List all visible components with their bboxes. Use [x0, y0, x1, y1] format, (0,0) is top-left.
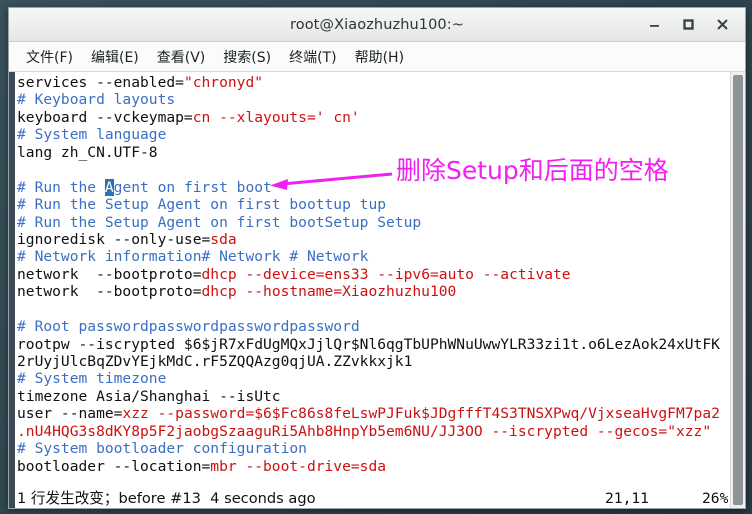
- code-span: 2rUyjUlcBqZDvYEjkMdC.rF5ZQQAzg0qjUA.ZZvk…: [17, 353, 413, 370]
- code-span: --boot-drive=: [236, 457, 360, 475]
- editor-line: # Root passwordpasswordpasswordpassword: [17, 318, 730, 335]
- code-span: cn: [192, 108, 211, 126]
- code-span: network --bootproto=: [17, 265, 202, 283]
- code-span: dhcp: [201, 283, 237, 301]
- code-span: services --enabled=: [17, 74, 184, 91]
- menu-view[interactable]: 查看(V): [148, 44, 215, 70]
- editor-line: # Run the Agent on first boot: [17, 178, 730, 196]
- code-span: "chronyd": [183, 74, 264, 91]
- text-cursor: A: [104, 178, 114, 196]
- code-span: # Run the Setup Agent on first boottup t…: [17, 196, 387, 214]
- code-span: --device=: [236, 265, 325, 283]
- editor-line: # Run the Setup Agent on first boottup t…: [17, 196, 730, 213]
- code-span: ignoredisk --only-use=: [17, 230, 211, 248]
- code-span: # Run the Setup Agent on first bootSetup…: [17, 213, 422, 231]
- menu-file[interactable]: 文件(F): [17, 44, 82, 70]
- editor-line: # Keyboard layouts: [17, 91, 730, 108]
- editor-line: # System timezone: [17, 370, 730, 387]
- editor-text-area[interactable]: services --enabled="chronyd" # Keyboard l…: [15, 72, 730, 508]
- code-span: rootpw --iscrypted $6$jR7xFdUgMQxJjlQr$N…: [17, 335, 720, 353]
- editor-line: services --enabled="chronyd": [17, 74, 730, 91]
- menu-terminal[interactable]: 终端(T): [280, 44, 345, 70]
- code-span: --xlayouts=: [210, 108, 316, 126]
- code-span: # Run the: [17, 178, 105, 196]
- status-cursor-position: 21,11: [605, 489, 649, 507]
- editor-lines: services --enabled="chronyd" # Keyboard l…: [17, 74, 730, 475]
- code-span: # System bootloader configuration: [17, 440, 307, 458]
- window-titlebar[interactable]: root@Xiaozhuzhu100:~: [9, 8, 745, 42]
- code-span: # Keyboard layouts: [17, 91, 176, 109]
- editor-line: .nU4HQG3s8dKY8p5F2jaobgSzaaguRi5Ahb8HnpY…: [17, 423, 730, 440]
- code-span: # Network information# Network # Network: [17, 248, 369, 266]
- code-span: Xiaozhuzhu100: [342, 283, 457, 301]
- window-title: root@Xiaozhuzhu100:~: [290, 16, 464, 33]
- code-span: ens33: [324, 265, 369, 283]
- terminal-body: services --enabled="chronyd" # Keyboard l…: [9, 72, 745, 508]
- code-span: sda: [210, 230, 237, 248]
- code-span: # Root passwordpasswordpasswordpassword: [17, 318, 360, 336]
- code-span: bootloader --location=: [17, 457, 211, 475]
- code-span: # System timezone: [17, 370, 167, 388]
- editor-line: network --bootproto=dhcp --hostname=Xiao…: [17, 283, 730, 300]
- editor-line: # System language: [17, 126, 730, 143]
- menu-search[interactable]: 搜索(S): [214, 44, 280, 70]
- editor-line: lang zh_CN.UTF-8: [17, 144, 730, 161]
- editor-line: user --name=xzz --password=$6$Fc86s8feLs…: [17, 405, 730, 422]
- code-span: dhcp: [201, 265, 237, 283]
- code-span: --gecos=: [588, 422, 668, 440]
- status-message: 1 行发生改变；before #13 4 seconds ago: [17, 489, 316, 507]
- close-button[interactable]: [705, 10, 739, 40]
- editor-blank-line: [17, 301, 730, 318]
- code-span: .nU4HQG3s8dKY8p5F2jaobgSzaaguRi5Ahb8HnpY…: [17, 422, 483, 440]
- code-span: lang zh_CN.UTF-8: [17, 143, 158, 161]
- code-span: sda: [359, 457, 387, 475]
- code-span: xzz: [122, 405, 149, 423]
- code-span: keyboard --vckeymap=: [17, 108, 193, 126]
- scrollbar-thumb[interactable]: [733, 75, 743, 505]
- editor-line: keyboard --vckeymap=cn --xlayouts=' cn': [17, 109, 730, 126]
- menubar: 文件(F) 编辑(E) 查看(V) 搜索(S) 终端(T) 帮助(H): [9, 42, 745, 72]
- code-span: --iscrypted: [482, 422, 589, 440]
- editor-line: # Network information# Network # Network: [17, 248, 730, 265]
- maximize-button[interactable]: [671, 10, 705, 40]
- editor-line: network --bootproto=dhcp --device=ens33 …: [17, 266, 730, 283]
- editor-line: # Run the Setup Agent on first bootSetup…: [17, 214, 730, 231]
- code-span: --password=: [148, 405, 255, 423]
- code-span: ' cn': [315, 108, 360, 126]
- window-controls: [637, 8, 739, 41]
- editor-blank-line: [17, 161, 730, 178]
- editor-line: rootpw --iscrypted $6$jR7xFdUgMQxJjlQr$N…: [17, 336, 730, 353]
- editor-line: 2rUyjUlcBqZDvYEjkMdC.rF5ZQQAzg0qjUA.ZZvk…: [17, 353, 730, 370]
- editor-line: bootloader --location=mbr --boot-drive=s…: [17, 458, 730, 475]
- menu-edit[interactable]: 编辑(E): [82, 44, 148, 70]
- code-span: # System language: [17, 126, 167, 144]
- code-span: gent on first boot: [113, 178, 272, 196]
- code-span: user --name=: [17, 405, 123, 423]
- code-span: --hostname=: [236, 283, 343, 301]
- code-span: $6$Fc86s8feLswPJFuk$JDgfffT4S3TNSXPwq/Vj…: [254, 405, 720, 423]
- editor-line: ignoredisk --only-use=sda: [17, 231, 730, 248]
- code-span: timezone Asia/Shanghai --isUtc: [17, 387, 281, 405]
- minimize-button[interactable]: [637, 10, 671, 40]
- status-percent: 26%: [702, 489, 729, 507]
- code-span: "xzz": [667, 422, 712, 440]
- code-span: auto: [438, 265, 474, 283]
- terminal-window: root@Xiaozhuzhu100:~ 文件(F) 编辑(E) 查看(V) 搜…: [8, 7, 746, 509]
- editor-line: timezone Asia/Shanghai --isUtc: [17, 388, 730, 405]
- editor-line: # System bootloader configuration: [17, 440, 730, 457]
- vertical-scrollbar[interactable]: [730, 72, 745, 508]
- code-span: --ipv6=: [368, 265, 439, 283]
- code-span: --activate: [473, 265, 571, 283]
- editor-status-line: 1 行发生改变；before #13 4 seconds ago 21,11 26%: [17, 490, 730, 507]
- code-span: mbr: [210, 457, 237, 475]
- desktop-background: root@Xiaozhuzhu100:~ 文件(F) 编辑(E) 查看(V) 搜…: [0, 0, 752, 514]
- code-span: network --bootproto=: [17, 283, 202, 301]
- menu-help[interactable]: 帮助(H): [346, 44, 413, 70]
